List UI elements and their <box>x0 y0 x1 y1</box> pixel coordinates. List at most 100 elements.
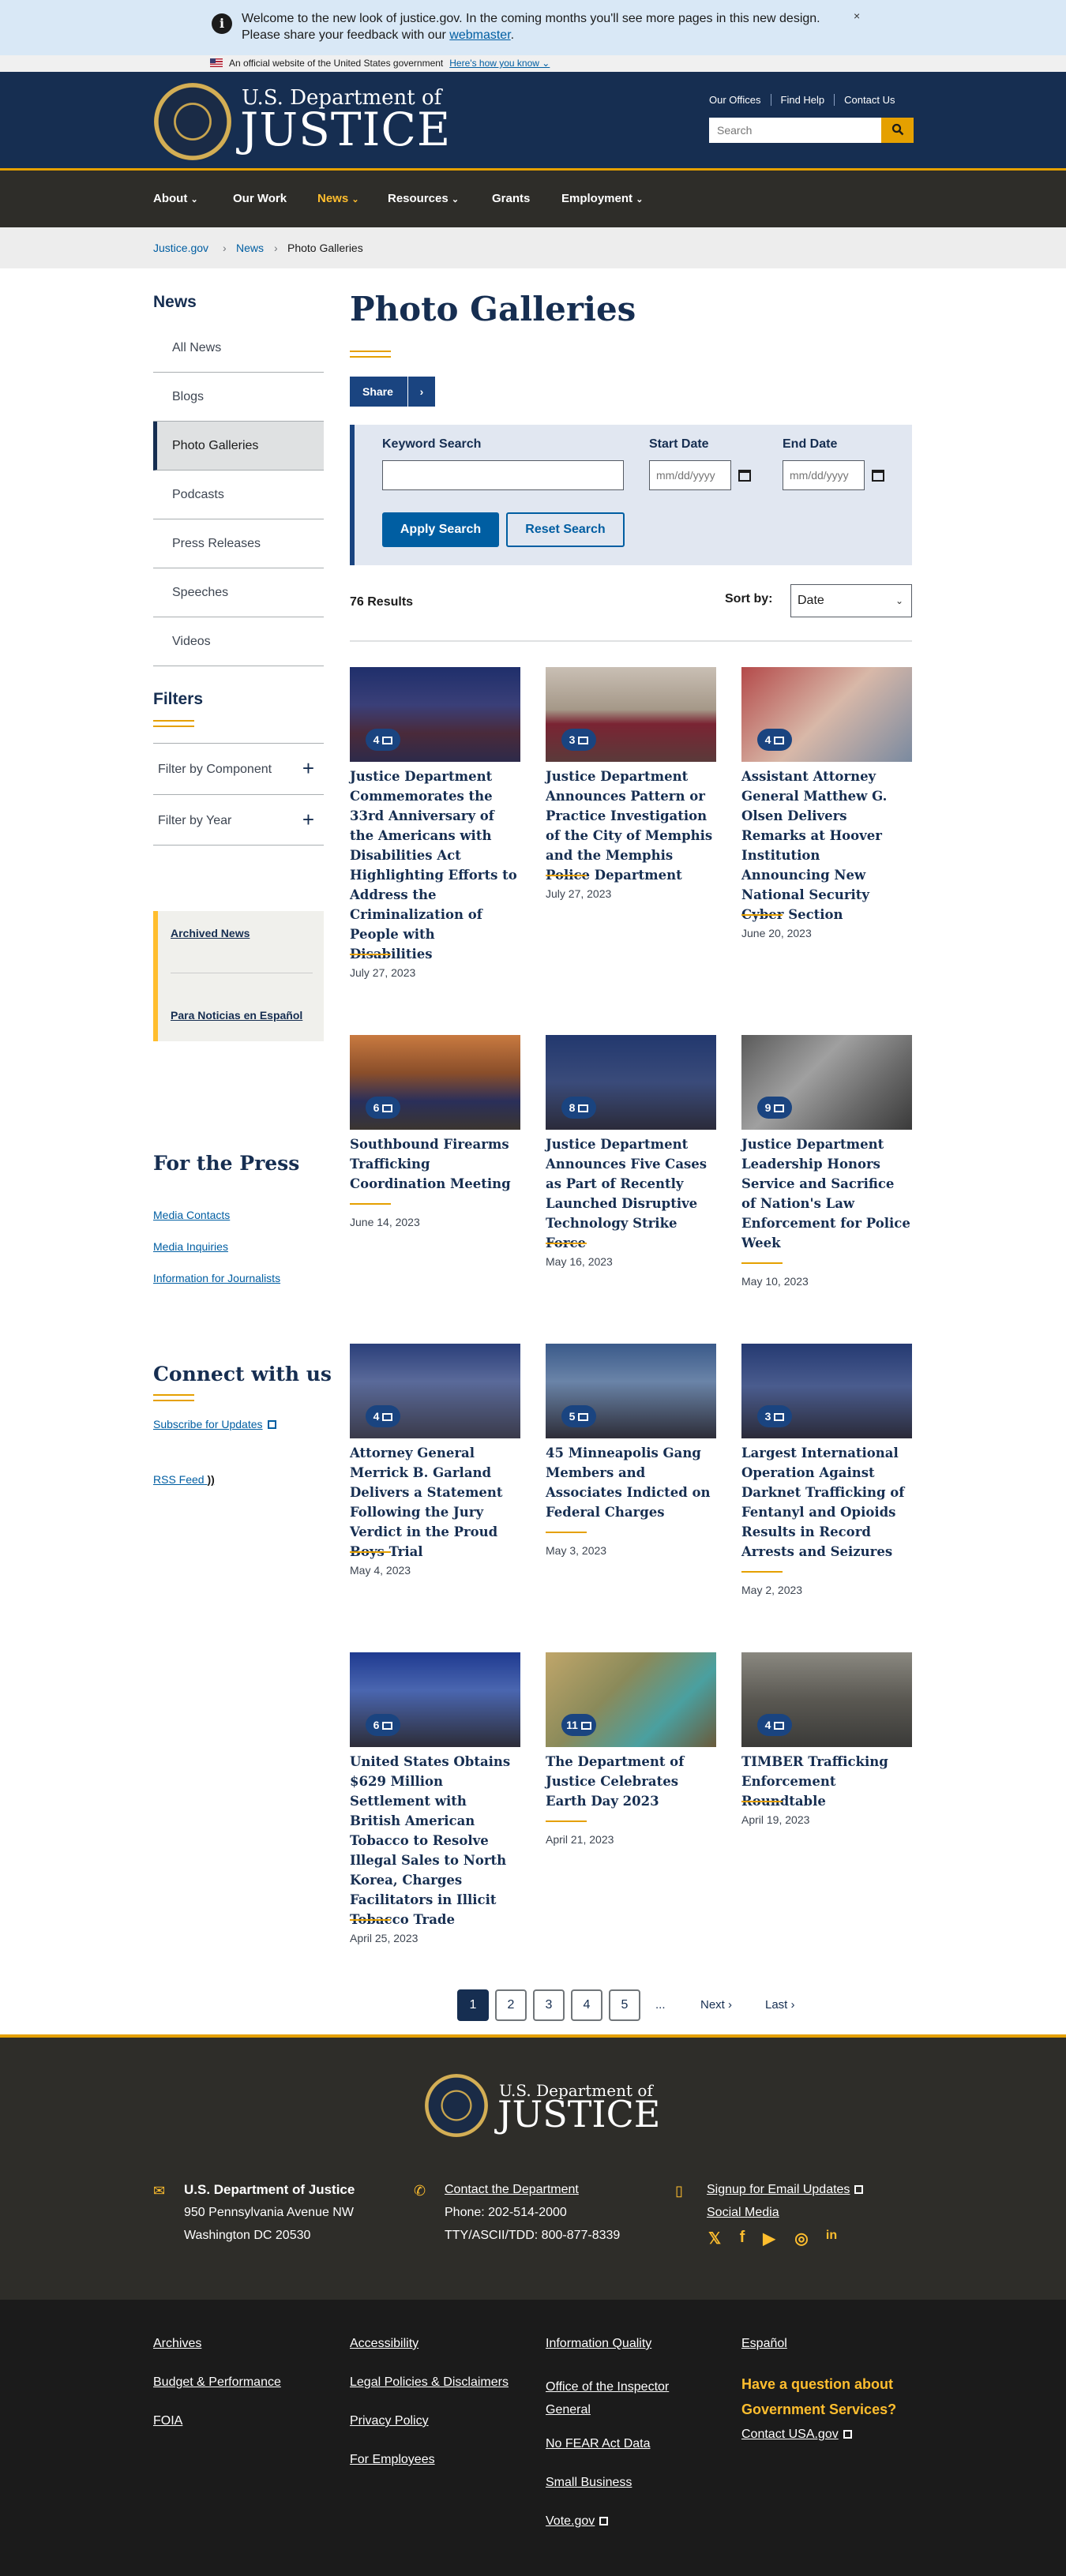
last-page-link[interactable]: Last › <box>765 1998 795 2012</box>
information-quality-link[interactable]: Information Quality <box>546 2337 651 2351</box>
spanish-news-link[interactable]: Para Noticias en Español <box>171 1009 302 1022</box>
nav-grants[interactable]: Grants <box>492 171 530 227</box>
how-you-know-link[interactable]: Here's how you know ⌄ <box>449 58 550 69</box>
doj-seal-logo[interactable] <box>425 2074 488 2137</box>
gallery-thumbnail[interactable]: 9 <box>741 1035 912 1130</box>
subscribe-updates-link[interactable]: Subscribe for Updates <box>153 1418 276 1430</box>
linkedin-icon[interactable]: in <box>823 2229 840 2246</box>
legal-policies-link[interactable]: Legal Policies & Disclaimers <box>350 2375 509 2390</box>
gallery-thumbnail[interactable]: 4 <box>350 667 520 762</box>
gallery-thumbnail[interactable]: 11 <box>546 1652 716 1747</box>
start-date-input[interactable] <box>649 460 731 490</box>
gallery-title[interactable]: United States Obtains $629 Million Settl… <box>350 1752 520 1929</box>
gallery-title[interactable]: 45 Minneapolis Gang Members and Associat… <box>546 1443 716 1522</box>
gallery-thumbnail[interactable]: 3 <box>741 1344 912 1438</box>
calendar-icon[interactable] <box>738 470 751 482</box>
reset-search-button[interactable]: Reset Search <box>506 512 625 547</box>
gallery-thumbnail[interactable]: 3 <box>546 667 716 762</box>
dept-name-line2[interactable]: JUSTICE <box>240 107 451 152</box>
gallery-thumbnail[interactable]: 5 <box>546 1344 716 1438</box>
gallery-title[interactable]: Attorney General Merrick B. Garland Deli… <box>350 1443 520 1562</box>
apply-search-button[interactable]: Apply Search <box>382 512 499 547</box>
small-business-link[interactable]: Small Business <box>546 2476 632 2490</box>
sidebar-item-all-news[interactable]: All News <box>153 324 324 373</box>
contact-usa-gov-link[interactable]: Contact USA.gov <box>741 2428 852 2442</box>
sort-select[interactable]: Date ⌄ <box>790 584 912 617</box>
page-1-button[interactable]: 1 <box>457 1989 489 2021</box>
page-3-button[interactable]: 3 <box>533 1989 565 2021</box>
end-date-input[interactable] <box>783 460 865 490</box>
gallery-thumbnail[interactable]: 4 <box>741 667 912 762</box>
gallery-thumbnail[interactable]: 6 <box>350 1035 520 1130</box>
youtube-icon[interactable]: ▶ <box>760 2229 778 2248</box>
journalists-info-link[interactable]: Information for Journalists <box>153 1272 280 1284</box>
social-media-link[interactable]: Social Media <box>707 2201 863 2224</box>
keyword-input[interactable] <box>382 460 624 490</box>
contact-us-link[interactable]: Contact Us <box>834 94 905 106</box>
budget-performance-link[interactable]: Budget & Performance <box>153 2375 281 2390</box>
no-fear-act-link[interactable]: No FEAR Act Data <box>546 2437 651 2451</box>
nav-resources[interactable]: Resources ⌄ <box>388 171 459 228</box>
archives-link[interactable]: Archives <box>153 2337 201 2351</box>
gallery-title[interactable]: Justice Department Commemorates the 33rd… <box>350 767 520 964</box>
gallery-title[interactable]: Largest International Operation Against … <box>741 1443 912 1562</box>
gallery-title[interactable]: Southbound Firearms Trafficking Coordina… <box>350 1134 520 1194</box>
gallery-title[interactable]: Justice Department Announces Pattern or … <box>546 767 716 885</box>
photo-count: 4 <box>764 733 771 746</box>
media-contacts-link[interactable]: Media Contacts <box>153 1209 230 1221</box>
gallery-thumbnail[interactable]: 8 <box>546 1035 716 1130</box>
find-help-link[interactable]: Find Help <box>770 94 835 106</box>
gallery-title[interactable]: Justice Department Announces Five Cases … <box>546 1134 716 1253</box>
privacy-policy-link[interactable]: Privacy Policy <box>350 2414 429 2428</box>
next-page-link[interactable]: Next › <box>700 1998 732 2012</box>
vote-gov-link[interactable]: Vote.gov <box>546 2514 609 2529</box>
breadcrumb-news[interactable]: News <box>236 242 264 254</box>
chevron-down-icon: ⌄ <box>636 195 644 204</box>
sidebar-item-press-releases[interactable]: Press Releases <box>153 519 324 568</box>
search-button[interactable] <box>881 118 914 143</box>
sidebar-item-videos[interactable]: Videos <box>153 617 324 666</box>
sidebar-item-blogs[interactable]: Blogs <box>153 373 324 422</box>
email-updates-link[interactable]: Signup for Email Updates <box>707 2178 864 2201</box>
contact-department-link[interactable]: Contact the Department <box>445 2178 620 2201</box>
archived-news-link[interactable]: Archived News <box>171 927 250 939</box>
doj-seal-logo[interactable] <box>154 83 231 160</box>
gallery-thumbnail[interactable]: 6 <box>350 1652 520 1747</box>
our-offices-link[interactable]: Our Offices <box>709 94 771 106</box>
accessibility-link[interactable]: Accessibility <box>350 2337 419 2351</box>
nav-our-work[interactable]: Our Work <box>233 171 287 227</box>
sidebar-item-podcasts[interactable]: Podcasts <box>153 471 324 519</box>
rss-feed-link[interactable]: RSS Feed )) <box>153 1473 215 1486</box>
sidebar-item-speeches[interactable]: Speeches <box>153 568 324 617</box>
gallery-thumbnail[interactable]: 4 <box>350 1344 520 1438</box>
close-icon[interactable]: × <box>854 9 860 22</box>
gallery-thumbnail[interactable]: 4 <box>741 1652 912 1747</box>
twitter-icon[interactable]: 𝕏 <box>706 2229 723 2248</box>
foia-link[interactable]: FOIA <box>153 2414 182 2428</box>
nav-employment[interactable]: Employment ⌄ <box>561 171 643 228</box>
breadcrumb-justice-gov[interactable]: Justice.gov <box>153 242 208 254</box>
instagram-icon[interactable]: ◎ <box>793 2229 810 2248</box>
page-4-button[interactable]: 4 <box>571 1989 602 2021</box>
gallery-title[interactable]: Justice Department Leadership Honors Ser… <box>741 1134 912 1253</box>
search-input[interactable] <box>709 118 881 143</box>
filter-by-year[interactable]: Filter by Year + <box>153 794 324 846</box>
nav-about[interactable]: About ⌄ <box>153 171 198 228</box>
filter-by-component[interactable]: Filter by Component + <box>153 743 324 794</box>
espanol-link[interactable]: Español <box>741 2337 787 2351</box>
gold-divider <box>350 1203 391 1205</box>
share-button[interactable]: Share › <box>350 377 435 407</box>
calendar-icon[interactable] <box>872 470 884 482</box>
media-inquiries-link[interactable]: Media Inquiries <box>153 1240 228 1253</box>
nav-news[interactable]: News ⌄ <box>317 171 359 228</box>
sidebar-item-photo-galleries[interactable]: Photo Galleries <box>153 422 324 471</box>
gallery-title[interactable]: Assistant Attorney General Matthew G. Ol… <box>741 767 912 924</box>
facebook-icon[interactable]: f <box>734 2229 751 2246</box>
gallery-title[interactable]: The Department of Justice Celebrates Ear… <box>546 1752 716 1811</box>
inspector-general-link[interactable]: Office of the Inspector General <box>546 2375 688 2421</box>
for-employees-link[interactable]: For Employees <box>350 2453 435 2467</box>
page-2-button[interactable]: 2 <box>495 1989 527 2021</box>
chevron-down-icon: ⌄ <box>351 195 359 204</box>
page-5-button[interactable]: 5 <box>609 1989 640 2021</box>
webmaster-link[interactable]: webmaster <box>449 28 510 42</box>
